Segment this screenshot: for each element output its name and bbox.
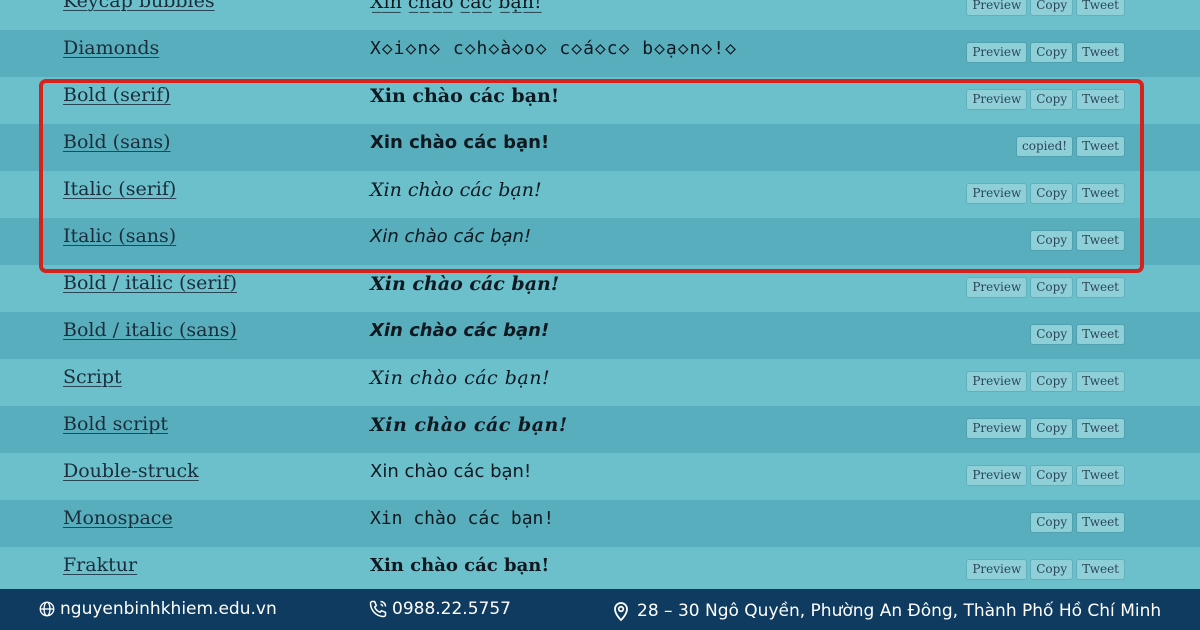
row-actions: Preview Copy Tweet bbox=[967, 184, 1124, 203]
preview-button[interactable]: Preview bbox=[967, 466, 1027, 485]
table-row: Double-struck Xin chào các bạn! Preview Cop… bbox=[0, 453, 1200, 500]
copy-button[interactable]: Copy bbox=[1031, 325, 1073, 344]
sample-text: Xin chào các bạn! bbox=[370, 226, 532, 247]
sample-text: Xin chào các bạn! bbox=[370, 273, 560, 295]
row-actions: Preview Copy Tweet bbox=[967, 90, 1124, 109]
footer-address: 28 – 30 Ngô Quyền, Phường An Đông, Thành… bbox=[609, 599, 1161, 623]
tweet-button[interactable]: Tweet bbox=[1077, 184, 1124, 203]
tweet-button[interactable]: Tweet bbox=[1077, 372, 1124, 391]
footer-address-text: 28 – 30 Ngô Quyền, Phường An Đông, Thành… bbox=[637, 601, 1162, 621]
tweet-button[interactable]: Tweet bbox=[1077, 513, 1124, 532]
table-row: Bold (serif) Xin chào các bạn! Preview Copy… bbox=[0, 77, 1200, 124]
footer-website[interactable]: nguyenbinhkhiem.edu.vn bbox=[38, 599, 277, 619]
tweet-button[interactable]: Tweet bbox=[1077, 560, 1124, 579]
copy-button[interactable]: Copy bbox=[1031, 419, 1073, 438]
preview-button[interactable]: Preview bbox=[967, 560, 1027, 579]
table-row: Italic (sans) Xin chào các bạn! Copy Tweet bbox=[0, 218, 1200, 265]
footer-phone[interactable]: 0988.22.5757 bbox=[368, 599, 511, 619]
row-actions: Preview Copy Tweet bbox=[967, 0, 1124, 15]
table-row: Italic (serif) Xin chào các bạn! Preview Co… bbox=[0, 171, 1200, 218]
table-row: Fraktur Xin chào các bạn! Preview Copy Tweet bbox=[0, 547, 1200, 594]
sample-text: Xin chào các bạn! bbox=[370, 179, 542, 201]
row-actions: Preview Copy Tweet bbox=[967, 278, 1124, 297]
tweet-button[interactable]: Tweet bbox=[1077, 231, 1124, 250]
copy-button[interactable]: Copy bbox=[1031, 0, 1073, 15]
preview-button[interactable]: Preview bbox=[967, 184, 1027, 203]
sample-text: Xin chào các bạn! bbox=[370, 414, 568, 436]
sample-text: Xin chào các bạn! bbox=[370, 132, 550, 153]
row-actions: Copy Tweet bbox=[1031, 513, 1124, 532]
font-style-name-link[interactable]: Bold script bbox=[63, 413, 168, 435]
copy-button[interactable]: Copy bbox=[1031, 90, 1073, 109]
table-row: Monospace Xin chào các bạn! Copy Tweet bbox=[0, 500, 1200, 547]
sample-text: X̲i̲n̲ c̲h̲à̲o̲ c̲á̲c̲ b̲ạ̲n̲!̲ bbox=[370, 0, 542, 13]
preview-button[interactable]: Preview bbox=[967, 43, 1027, 62]
tweet-button[interactable]: Tweet bbox=[1077, 137, 1124, 156]
copy-button[interactable]: Copy bbox=[1031, 184, 1073, 203]
tweet-button[interactable]: Tweet bbox=[1077, 43, 1124, 62]
table-row: Bold / italic (serif) Xin chào các bạn! Pr… bbox=[0, 265, 1200, 312]
row-actions: Preview Copy Tweet bbox=[967, 466, 1124, 485]
font-style-name-link[interactable]: Bold (serif) bbox=[63, 84, 171, 106]
tweet-button[interactable]: Tweet bbox=[1077, 466, 1124, 485]
footer-website-text: nguyenbinhkhiem.edu.vn bbox=[60, 599, 277, 619]
sample-text: Xin chào các bạn! bbox=[370, 320, 550, 341]
copy-button[interactable]: Copy bbox=[1031, 466, 1073, 485]
sample-text: Xin chào các bạn! bbox=[370, 461, 532, 482]
preview-button[interactable]: Preview bbox=[967, 278, 1027, 297]
preview-button[interactable]: Preview bbox=[967, 372, 1027, 391]
preview-button[interactable]: Preview bbox=[967, 419, 1027, 438]
font-style-name-link[interactable]: Bold / italic (serif) bbox=[63, 272, 237, 294]
row-actions: copied! Tweet bbox=[1017, 137, 1124, 156]
globe-icon bbox=[39, 601, 55, 617]
table-row: Bold (sans) Xin chào các bạn! copied! Tweet bbox=[0, 124, 1200, 171]
font-style-name-link[interactable]: Diamonds bbox=[63, 37, 159, 59]
copy-button[interactable]: Copy bbox=[1031, 43, 1073, 62]
preview-button[interactable]: Preview bbox=[967, 90, 1027, 109]
tweet-button[interactable]: Tweet bbox=[1077, 278, 1124, 297]
row-actions: Copy Tweet bbox=[1031, 325, 1124, 344]
row-actions: Preview Copy Tweet bbox=[967, 560, 1124, 579]
copy-button[interactable]: Copy bbox=[1031, 372, 1073, 391]
tweet-button[interactable]: Tweet bbox=[1077, 90, 1124, 109]
copy-button[interactable]: Copy bbox=[1031, 513, 1073, 532]
table-row: Bold / italic (sans) Xin chào các bạn! Cop… bbox=[0, 312, 1200, 359]
table-row: Script Xin chào các bạn! Preview Copy Tweet bbox=[0, 359, 1200, 406]
table-row: Keycap bubbles X̲i̲n̲ c̲h̲à̲o̲ c̲á̲c̲ b̲ạ… bbox=[0, 0, 1200, 30]
phone-icon bbox=[369, 600, 387, 618]
copied-button[interactable]: copied! bbox=[1017, 137, 1073, 156]
sample-text: X◇i◇n◇ c◇h◇à◇o◇ c◇á◇c◇ b◇ạ◇n◇!◇ bbox=[370, 38, 737, 59]
font-style-name-link[interactable]: Bold (sans) bbox=[63, 131, 171, 153]
row-actions: Preview Copy Tweet bbox=[967, 372, 1124, 391]
copy-button[interactable]: Copy bbox=[1031, 560, 1073, 579]
sample-text: Xin chào các bạn! bbox=[370, 367, 551, 389]
copy-button[interactable]: Copy bbox=[1031, 278, 1073, 297]
preview-button[interactable]: Preview bbox=[967, 0, 1027, 15]
map-pin-icon bbox=[614, 602, 628, 622]
sample-text: Xin chào các bạn! bbox=[370, 555, 550, 576]
table-row: Diamonds X◇i◇n◇ c◇h◇à◇o◇ c◇á◇c◇ b◇ạ◇n◇!◇ P… bbox=[0, 30, 1200, 77]
tweet-button[interactable]: Tweet bbox=[1077, 0, 1124, 15]
sample-text: Xin chào các bạn! bbox=[370, 85, 560, 107]
font-style-name-link[interactable]: Keycap bubbles bbox=[63, 0, 215, 12]
sample-text: Xin chào các bạn! bbox=[370, 508, 555, 529]
copy-button[interactable]: Copy bbox=[1031, 231, 1073, 250]
footer-bar: nguyenbinhkhiem.edu.vn 0988.22.5757 28 –… bbox=[0, 589, 1200, 630]
table-row: Bold script Xin chào các bạn! Preview Copy T… bbox=[0, 406, 1200, 453]
font-style-name-link[interactable]: Bold / italic (sans) bbox=[63, 319, 237, 341]
font-style-name-link[interactable]: Double-struck bbox=[63, 460, 199, 482]
footer-phone-text: 0988.22.5757 bbox=[392, 599, 511, 619]
font-style-name-link[interactable]: Fraktur bbox=[63, 554, 137, 576]
font-style-name-link[interactable]: Script bbox=[63, 366, 122, 388]
row-actions: Copy Tweet bbox=[1031, 231, 1124, 250]
row-actions: Preview Copy Tweet bbox=[967, 43, 1124, 62]
row-actions: Preview Copy Tweet bbox=[967, 419, 1124, 438]
font-style-list: Keycap bubbles X̲i̲n̲ c̲h̲à̲o̲ c̲á̲c̲ b̲ạ… bbox=[0, 0, 1200, 594]
tweet-button[interactable]: Tweet bbox=[1077, 325, 1124, 344]
font-style-name-link[interactable]: Monospace bbox=[63, 507, 173, 529]
font-style-name-link[interactable]: Italic (sans) bbox=[63, 225, 176, 247]
tweet-button[interactable]: Tweet bbox=[1077, 419, 1124, 438]
font-style-name-link[interactable]: Italic (serif) bbox=[63, 178, 176, 200]
